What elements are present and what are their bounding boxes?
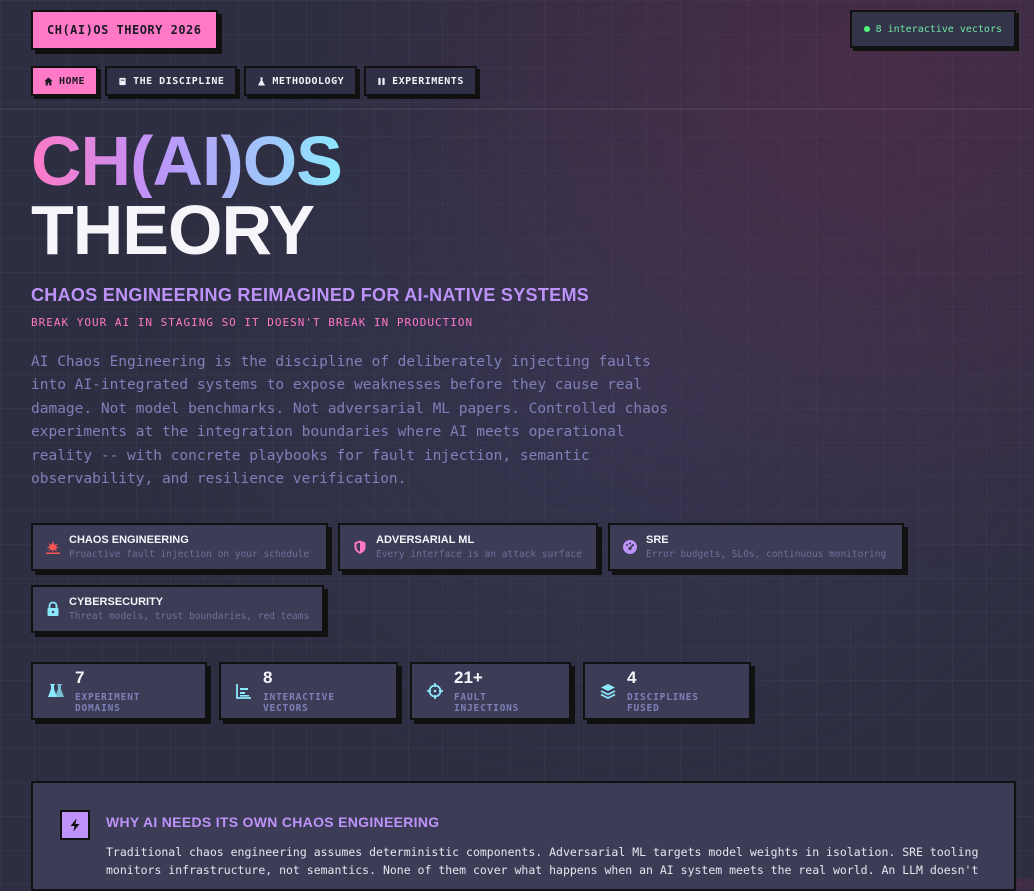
crosshair-icon [427, 683, 443, 699]
beaker-icon [378, 77, 385, 85]
lightning-icon [70, 818, 80, 832]
discipline-subtitle: Proactive fault injection on your schedu… [69, 549, 310, 560]
stat-label: DISCIPLINES FUSED [627, 692, 699, 714]
status-badge: 8 interactive vectors [849, 10, 1016, 48]
chart-icon [236, 684, 251, 699]
status-text: 8 interactive vectors [875, 23, 1002, 35]
stat-label: EXPERIMENT DOMAINS [75, 692, 141, 714]
hero-title-line1: CH(AI)OS [31, 122, 343, 200]
flask-icon [258, 76, 266, 86]
stat-value: 7 [75, 668, 85, 687]
book-icon [119, 77, 126, 85]
brand-text: CH(AI)OS THEORY 2026 [47, 23, 202, 37]
layers-icon [600, 684, 616, 700]
gauge-icon [623, 540, 637, 554]
discipline-title: SRE [646, 534, 669, 546]
discipline-subtitle: Threat models, trust boundaries, red tea… [69, 611, 310, 622]
nav-item-home[interactable]: HOME [31, 66, 99, 96]
discipline-card-sre[interactable]: SRE Error budgets, SLOs, continuous moni… [608, 523, 904, 571]
explosion-icon [46, 541, 60, 554]
nav-label: EXPERIMENTS [392, 75, 464, 87]
discipline-title: CHAOS ENGINEERING [69, 534, 189, 546]
discipline-card-adversarial-ml[interactable]: ADVERSARIAL ML Every interface is an att… [338, 523, 598, 571]
status-dot-icon [863, 26, 870, 32]
lock-icon [47, 601, 59, 616]
why-panel: WHY AI NEEDS ITS OWN CHAOS ENGINEERING T… [31, 781, 1016, 891]
stat-label: INTERACTIVE VECTORS [263, 692, 335, 714]
brand-logo[interactable]: CH(AI)OS THEORY 2026 [31, 10, 218, 50]
discipline-subtitle: Error budgets, SLOs, continuous monitori… [646, 549, 887, 560]
nav-label: METHODOLOGY [272, 75, 345, 87]
home-icon [44, 76, 53, 86]
discipline-subtitle: Every interface is an attack surface [376, 549, 582, 560]
stat-value: 4 [627, 668, 637, 687]
nav-item-discipline[interactable]: THE DISCIPLINE [105, 66, 238, 96]
header-divider [0, 108, 1034, 110]
discipline-title: CYBERSECURITY [69, 596, 164, 608]
nav-label: HOME [59, 75, 86, 87]
flask-icon [48, 684, 64, 697]
discipline-card-chaos-engineering[interactable]: CHAOS ENGINEERING Proactive fault inject… [31, 523, 328, 571]
hero-tagline: BREAK YOUR AI IN STAGING SO IT DOESN'T B… [31, 316, 474, 329]
stat-experiment-domains: 7 EXPERIMENT DOMAINS [31, 662, 207, 720]
main-nav: HOME THE DISCIPLINE METHODOLOGY EXPERIME… [31, 66, 477, 96]
stat-value: 8 [263, 668, 273, 687]
panel-title: WHY AI NEEDS ITS OWN CHAOS ENGINEERING [106, 814, 440, 830]
lightning-badge [60, 810, 90, 840]
shield-icon [354, 540, 366, 554]
panel-text: Traditional chaos engineering assumes de… [106, 845, 979, 877]
nav-item-methodology[interactable]: METHODOLOGY [244, 66, 358, 96]
discipline-title: ADVERSARIAL ML [376, 534, 475, 546]
nav-label: THE DISCIPLINE [133, 75, 225, 87]
stat-fault-injections: 21+ FAULT INJECTIONS [410, 662, 571, 720]
hero-subtitle: CHAOS ENGINEERING REIMAGINED FOR AI-NATI… [31, 285, 590, 305]
hero-description: AI Chaos Engineering is the discipline o… [31, 354, 669, 488]
stat-value: 21+ [454, 668, 483, 687]
stat-label: FAULT INJECTIONS [454, 692, 520, 714]
hero-title-line2: THEORY [31, 191, 315, 269]
discipline-card-cybersecurity[interactable]: CYBERSECURITY Threat models, trust bound… [31, 585, 324, 633]
stat-disciplines-fused: 4 DISCIPLINES FUSED [583, 662, 751, 720]
stat-interactive-vectors: 8 INTERACTIVE VECTORS [219, 662, 398, 720]
nav-item-experiments[interactable]: EXPERIMENTS [364, 66, 477, 96]
